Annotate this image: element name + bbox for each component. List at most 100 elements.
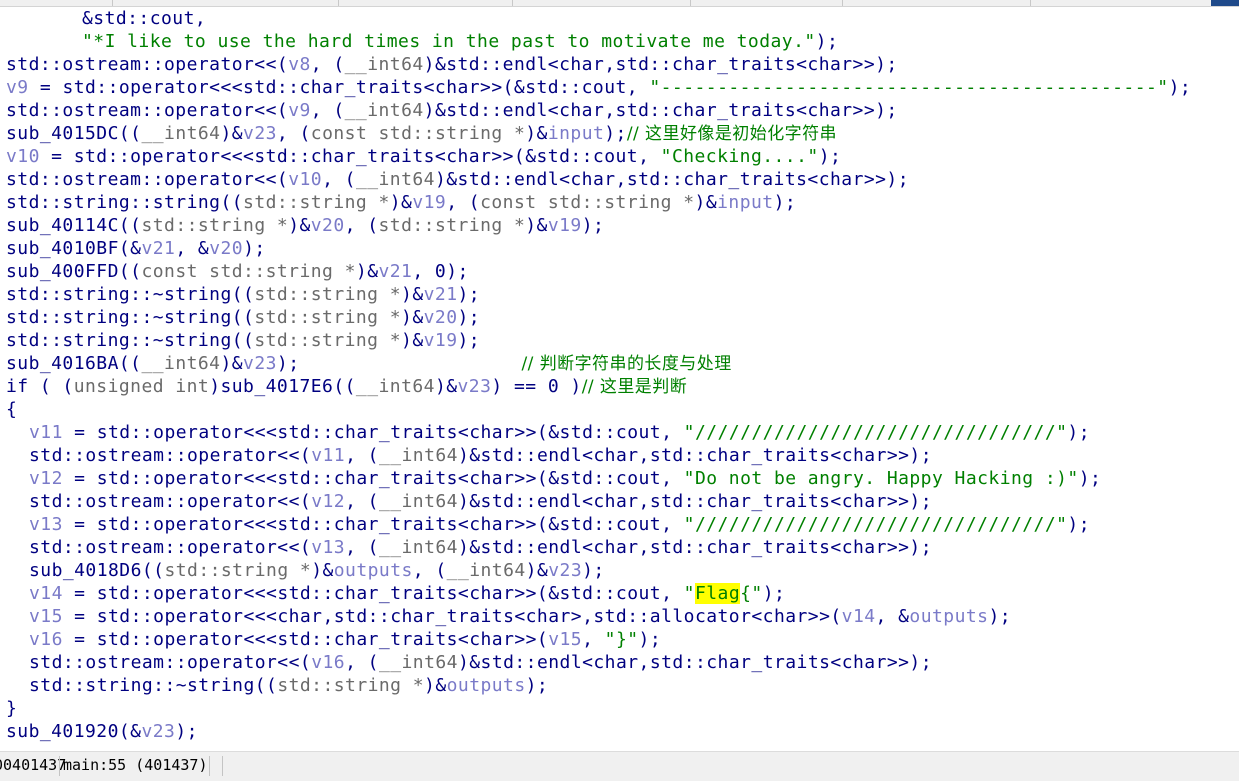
- code-token[interactable]: const std::string *: [311, 123, 525, 144]
- code-token[interactable]: std::string *: [277, 675, 424, 696]
- code-token[interactable]: "}": [605, 629, 639, 650]
- code-token[interactable]: )&: [401, 330, 424, 351]
- code-token[interactable]: );: [175, 721, 198, 742]
- code-token[interactable]: v12: [311, 491, 345, 512]
- code-token[interactable]: )&: [288, 215, 311, 236]
- code-token[interactable]: sub_4018D6((: [29, 560, 164, 581]
- code-line[interactable]: std::string::~string((std::string *)&out…: [0, 674, 1239, 697]
- code-token[interactable]: , (: [345, 652, 379, 673]
- code-token[interactable]: __int64: [141, 353, 220, 374]
- code-token[interactable]: v20: [209, 238, 243, 259]
- code-token[interactable]: __int64: [447, 560, 526, 581]
- code-token[interactable]: outputs: [909, 606, 988, 627]
- code-token[interactable]: v15: [548, 629, 582, 650]
- code-token[interactable]: = std::operator<<<std::char_traits<char>…: [63, 629, 548, 650]
- code-line[interactable]: if ( (unsigned int)sub_4017E6((__int64)&…: [0, 375, 1239, 398]
- pseudocode-view[interactable]: &std::cout, "*I like to use the hard tim…: [0, 7, 1239, 751]
- code-token[interactable]: )&std::endl<char,std::char_traits<char>>…: [458, 445, 932, 466]
- code-token[interactable]: )&: [220, 353, 243, 374]
- code-token[interactable]: input: [548, 123, 604, 144]
- code-token[interactable]: std::ostream::operator<<(: [29, 537, 311, 558]
- code-token[interactable]: if ( (: [6, 376, 74, 397]
- code-token[interactable]: )&std::endl<char,std::char_traits<char>>…: [458, 491, 932, 512]
- code-token[interactable]: "////////////////////////////////": [684, 514, 1068, 535]
- code-token[interactable]: v21: [378, 261, 412, 282]
- code-token[interactable]: );: [639, 629, 662, 650]
- code-token[interactable]: ,: [582, 629, 605, 650]
- code-line[interactable]: v13 = std::operator<<<std::char_traits<c…: [0, 513, 1239, 536]
- code-token[interactable]: v8: [288, 54, 311, 75]
- code-token[interactable]: std::string *: [243, 192, 390, 213]
- code-line[interactable]: std::string::~string((std::string *)&v21…: [0, 283, 1239, 306]
- code-token[interactable]: __int64: [379, 652, 458, 673]
- code-token[interactable]: "*I like to use the hard times in the pa…: [82, 31, 816, 52]
- code-token[interactable]: , (: [322, 169, 356, 190]
- code-token[interactable]: );: [763, 583, 786, 604]
- code-token[interactable]: __int64: [141, 123, 220, 144]
- code-token[interactable]: v23: [243, 353, 277, 374]
- code-token[interactable]: )&: [526, 560, 549, 581]
- code-token[interactable]: sub_4016BA((: [6, 353, 141, 374]
- code-token[interactable]: std::string *: [141, 215, 288, 236]
- code-token[interactable]: std::string *: [254, 284, 401, 305]
- code-token[interactable]: )&std::endl<char,std::char_traits<char>>…: [458, 537, 932, 558]
- code-token[interactable]: )&std::endl<char,std::char_traits<char>>…: [424, 100, 898, 121]
- code-token[interactable]: )&std::endl<char,std::char_traits<char>>…: [458, 652, 932, 673]
- code-token[interactable]: v13: [29, 514, 63, 535]
- code-token[interactable]: , 0);: [412, 261, 468, 282]
- code-token[interactable]: outputs: [447, 675, 526, 696]
- code-line[interactable]: std::ostream::operator<<(v13, (__int64)&…: [0, 536, 1239, 559]
- code-token[interactable]: v19: [424, 330, 458, 351]
- code-line[interactable]: std::ostream::operator<<(v11, (__int64)&…: [0, 444, 1239, 467]
- code-line[interactable]: std::ostream::operator<<(v9, (__int64)&s…: [0, 99, 1239, 122]
- code-token[interactable]: v23: [458, 376, 492, 397]
- code-line[interactable]: sub_401920(&v23);: [0, 720, 1239, 743]
- code-token[interactable]: , &: [175, 238, 209, 259]
- code-token[interactable]: {: [6, 399, 17, 420]
- code-token[interactable]: );: [1067, 422, 1090, 443]
- code-token[interactable]: )&std::endl<char,std::char_traits<char>>…: [424, 54, 898, 75]
- code-token[interactable]: std::string::string((: [6, 192, 243, 213]
- code-line[interactable]: sub_4018D6((std::string *)&outputs, (__i…: [0, 559, 1239, 582]
- code-line[interactable]: std::ostream::operator<<(v8, (__int64)&s…: [0, 53, 1239, 76]
- code-line[interactable]: sub_40114C((std::string *)&v20, (std::st…: [0, 214, 1239, 237]
- code-line[interactable]: v15 = std::operator<<<char,std::char_tra…: [0, 605, 1239, 628]
- code-token[interactable]: )&: [311, 560, 334, 581]
- code-token[interactable]: v21: [141, 238, 175, 259]
- code-token[interactable]: v16: [29, 629, 63, 650]
- code-token[interactable]: std::ostream::operator<<(: [6, 169, 288, 190]
- code-token[interactable]: )&: [401, 307, 424, 328]
- code-token[interactable]: __int64: [379, 537, 458, 558]
- code-token[interactable]: );: [819, 146, 842, 167]
- code-token[interactable]: v15: [29, 606, 63, 627]
- code-token[interactable]: outputs: [334, 560, 413, 581]
- code-line[interactable]: std::ostream::operator<<(v16, (__int64)&…: [0, 651, 1239, 674]
- code-token[interactable]: v9: [288, 100, 311, 121]
- code-token[interactable]: std::string::~string((: [6, 307, 254, 328]
- code-token[interactable]: )&: [220, 123, 243, 144]
- code-token[interactable]: , (: [345, 215, 379, 236]
- code-token[interactable]: v13: [311, 537, 345, 558]
- code-token[interactable]: v16: [311, 652, 345, 673]
- code-line[interactable]: std::ostream::operator<<(v12, (__int64)&…: [0, 490, 1239, 513]
- code-token[interactable]: );: [774, 192, 797, 213]
- code-token[interactable]: {": [740, 583, 763, 604]
- code-token[interactable]: "Checking....": [661, 146, 819, 167]
- code-token[interactable]: )&std::endl<char,std::char_traits<char>>…: [435, 169, 909, 190]
- code-token[interactable]: );: [277, 353, 300, 374]
- code-token[interactable]: v11: [29, 422, 63, 443]
- code-token[interactable]: input: [717, 192, 773, 213]
- code-token[interactable]: v19: [548, 215, 582, 236]
- code-token[interactable]: __int64: [356, 169, 435, 190]
- code-token[interactable]: , &: [876, 606, 910, 627]
- code-line[interactable]: std::ostream::operator<<(v10, (__int64)&…: [0, 168, 1239, 191]
- code-token[interactable]: )&: [435, 376, 458, 397]
- code-token[interactable]: , (: [446, 192, 480, 213]
- code-token[interactable]: __int64: [345, 54, 424, 75]
- code-token[interactable]: std::string::~string((: [29, 675, 277, 696]
- code-token[interactable]: );: [458, 284, 481, 305]
- code-line[interactable]: sub_4015DC((__int64)&v23, (const std::st…: [0, 122, 1239, 145]
- code-token[interactable]: v14: [842, 606, 876, 627]
- code-line[interactable]: sub_4016BA((__int64)&v23); // 判断字符串的长度与处理: [0, 352, 1239, 375]
- code-token[interactable]: , (: [277, 123, 311, 144]
